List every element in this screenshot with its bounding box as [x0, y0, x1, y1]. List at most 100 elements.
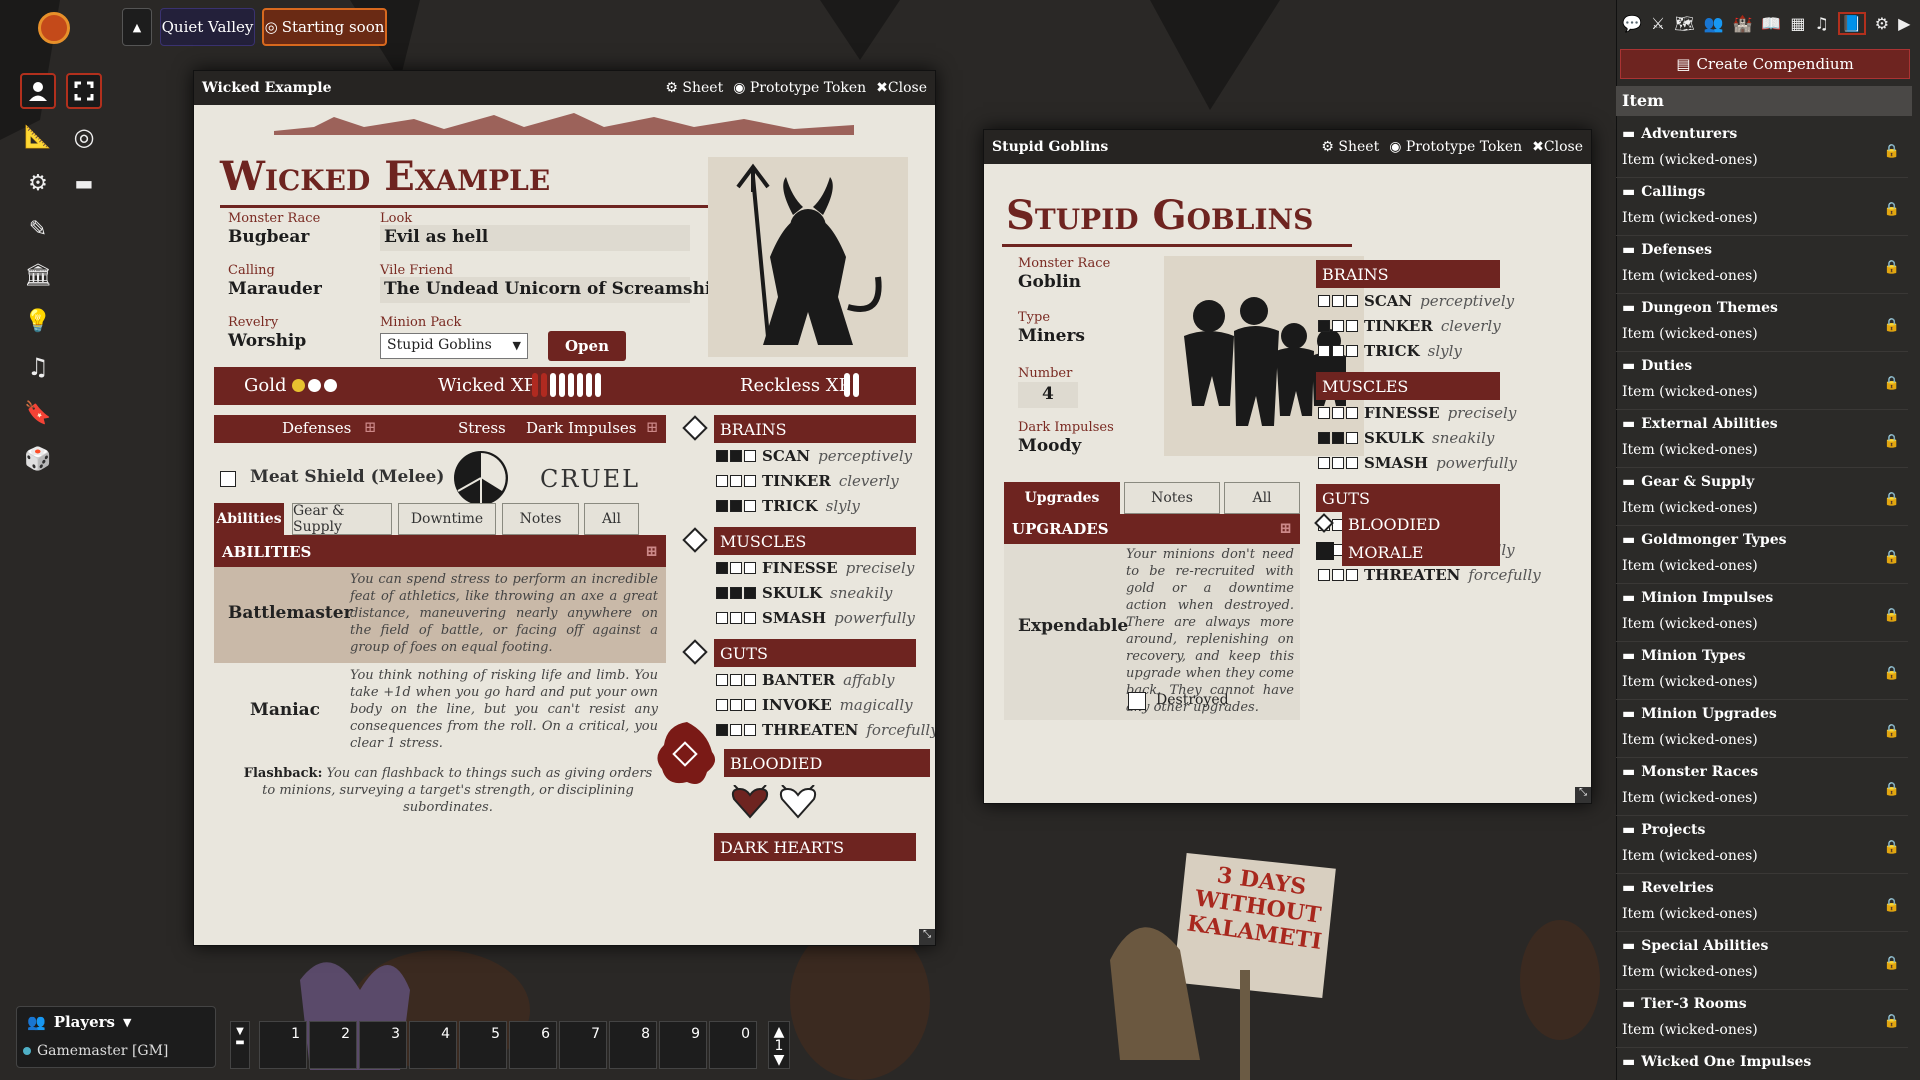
lock-icon[interactable]: 🔒	[1884, 376, 1900, 391]
action-dots[interactable]	[716, 562, 756, 574]
compendium-pack[interactable]: ▬ Gear & Supply Item (wicked-ones) 🔒	[1616, 468, 1908, 526]
action-box[interactable]	[730, 674, 742, 686]
tab-notes[interactable]: Notes	[1124, 482, 1220, 514]
dark-heart-icon[interactable]	[730, 784, 770, 823]
action-row[interactable]: SMASH powerfully	[716, 609, 915, 627]
compendium-pack[interactable]: ▬ Callings Item (wicked-ones) 🔒	[1616, 178, 1908, 236]
action-box[interactable]	[1346, 295, 1358, 307]
dark-impulse-value[interactable]: CRUEL	[540, 465, 640, 493]
compendium-pack[interactable]: ▬ Minion Upgrades Item (wicked-ones) 🔒	[1616, 700, 1908, 758]
token-controls-icon[interactable]	[20, 73, 56, 109]
action-row[interactable]: SKULK sneakily	[1318, 429, 1494, 447]
hotbar-slot[interactable]: 5	[459, 1021, 507, 1069]
action-dots[interactable]	[716, 475, 756, 487]
action-box[interactable]	[730, 724, 742, 736]
action-box[interactable]	[730, 587, 742, 599]
lock-icon[interactable]: 🔒	[1884, 260, 1900, 275]
playlists-icon[interactable]: ♫	[1814, 14, 1828, 33]
dice-icon[interactable]: 🎲	[20, 441, 56, 477]
attribute-diamond-icon[interactable]	[682, 527, 708, 553]
lock-icon[interactable]: 🔒	[1884, 782, 1900, 797]
lock-icon[interactable]: 🔒	[1884, 956, 1900, 971]
tab-abilities[interactable]: Abilities	[214, 503, 284, 535]
action-box[interactable]	[716, 475, 728, 487]
hotbar-slot[interactable]: 1	[259, 1021, 307, 1069]
lock-icon[interactable]: 🔒	[1884, 550, 1900, 565]
settings-icon[interactable]: ⚙	[1875, 14, 1889, 33]
morale-checkbox[interactable]	[1316, 542, 1334, 560]
destroyed-checkbox[interactable]	[1128, 692, 1146, 710]
action-box[interactable]	[730, 562, 742, 574]
hotbar-slot[interactable]: 9	[659, 1021, 707, 1069]
journal-icon[interactable]: 📖	[1761, 14, 1781, 33]
add-upgrade-icon[interactable]: ⊞	[1279, 519, 1292, 537]
action-row[interactable]: TINKER cleverly	[1318, 317, 1501, 335]
action-box[interactable]	[1318, 320, 1330, 332]
action-dots[interactable]	[716, 724, 756, 736]
action-box[interactable]	[1346, 407, 1358, 419]
action-row[interactable]: THREATEN forcefully	[1318, 566, 1541, 584]
lock-icon[interactable]: 🔒	[1884, 666, 1900, 681]
players-panel[interactable]: 👥 Players ▼ Gamemaster [GM]	[16, 1006, 216, 1068]
action-box[interactable]	[744, 699, 756, 711]
action-box[interactable]	[1346, 320, 1358, 332]
lock-icon[interactable]: 🔒	[1884, 144, 1900, 159]
coin-icon[interactable]	[324, 379, 337, 392]
revelry-value[interactable]: Worship	[228, 331, 306, 351]
monster-race-value[interactable]: Bugbear	[228, 227, 309, 247]
action-box[interactable]	[716, 587, 728, 599]
ruler-icon[interactable]: ▬	[66, 165, 102, 201]
prototype-token-button[interactable]: ◉ Prototype Token	[1389, 139, 1522, 155]
action-box[interactable]	[730, 500, 742, 512]
scene-tab-quiet-valley[interactable]: Quiet Valley	[160, 8, 255, 46]
action-box[interactable]	[1346, 432, 1358, 444]
action-box[interactable]	[716, 562, 728, 574]
compendium-pack[interactable]: ▬ Tier-3 Rooms Item (wicked-ones) 🔒	[1616, 990, 1908, 1048]
action-box[interactable]	[716, 450, 728, 462]
action-box[interactable]	[730, 475, 742, 487]
sounds-icon[interactable]: ♫	[20, 349, 56, 385]
prototype-token-button[interactable]: ◉ Prototype Token	[733, 80, 866, 96]
lock-icon[interactable]: 🔒	[1884, 1014, 1900, 1029]
walls-icon[interactable]: 🏛	[20, 257, 56, 293]
compendium-pack[interactable]: ▬ Special Abilities Item (wicked-ones) 🔒	[1616, 932, 1908, 990]
action-dots[interactable]	[1318, 457, 1358, 469]
compendium-icon[interactable]: 📘	[1837, 11, 1866, 35]
tab-all[interactable]: All	[584, 503, 639, 535]
open-button[interactable]: Open	[548, 331, 626, 361]
action-box[interactable]	[1346, 457, 1358, 469]
scene-tab-starting-soon[interactable]: ◎ Starting soon	[262, 8, 387, 46]
add-defense-icon[interactable]: ⊞	[364, 418, 377, 436]
action-dots[interactable]	[716, 699, 756, 711]
fullscreen-icon[interactable]	[66, 73, 102, 109]
lock-icon[interactable]: 🔒	[1884, 840, 1900, 855]
measure-icon[interactable]: 📐	[20, 119, 56, 155]
chat-icon[interactable]: 💬	[1622, 14, 1642, 33]
action-dots[interactable]	[1318, 569, 1358, 581]
action-row[interactable]: TINKER cleverly	[716, 472, 899, 490]
action-box[interactable]	[1318, 457, 1330, 469]
action-row[interactable]: SMASH powerfully	[1318, 454, 1517, 472]
action-box[interactable]	[730, 699, 742, 711]
foundry-logo[interactable]	[38, 12, 70, 44]
action-dots[interactable]	[1318, 432, 1358, 444]
add-ability-icon[interactable]: ⊞	[645, 542, 658, 560]
action-box[interactable]	[744, 450, 756, 462]
lock-icon[interactable]: 🔒	[1884, 434, 1900, 449]
action-dots[interactable]	[716, 450, 756, 462]
action-box[interactable]	[1318, 345, 1330, 357]
gold-coins[interactable]	[292, 379, 337, 392]
hotbar-menu-icon[interactable]: ▼ ▬	[230, 1021, 250, 1069]
character-portrait[interactable]	[708, 157, 908, 357]
compendium-pack[interactable]: ▬ Duties Item (wicked-ones) 🔒	[1616, 352, 1908, 410]
lock-icon[interactable]: 🔒	[1884, 608, 1900, 623]
resize-handle-icon[interactable]: ⤡	[1575, 787, 1591, 803]
action-dots[interactable]	[1318, 345, 1358, 357]
close-button[interactable]: ✖Close	[1532, 139, 1583, 155]
action-box[interactable]	[1332, 457, 1344, 469]
action-box[interactable]	[1332, 345, 1344, 357]
action-row[interactable]: THREATEN forcefully	[716, 721, 935, 739]
action-dots[interactable]	[1318, 295, 1358, 307]
action-box[interactable]	[1332, 407, 1344, 419]
look-field[interactable]: Evil as hell	[384, 227, 488, 247]
